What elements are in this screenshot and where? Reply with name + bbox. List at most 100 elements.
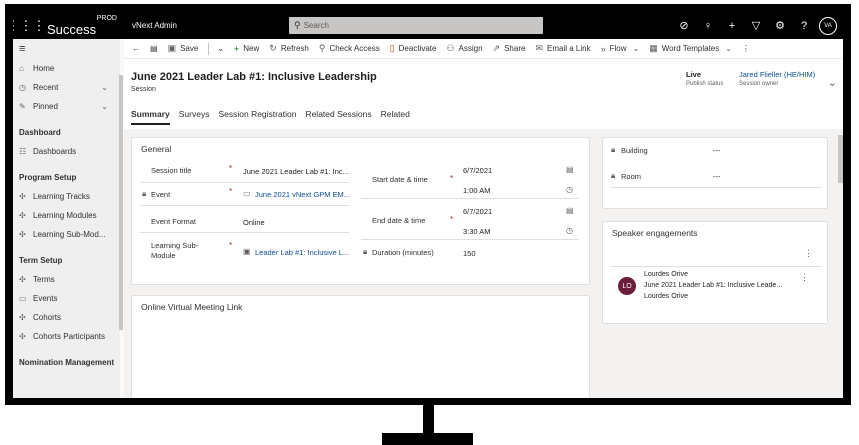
plus-icon: + bbox=[234, 43, 240, 54]
search-placeholder: Search bbox=[303, 21, 329, 30]
puzzle-icon: ✣ bbox=[19, 313, 26, 322]
lock-icon: 🔒︎ bbox=[611, 145, 616, 154]
form-selector-icon[interactable]: ▤ bbox=[150, 44, 158, 53]
check-access-icon: ⚲ bbox=[318, 43, 326, 53]
publish-status-value: Live bbox=[686, 70, 702, 79]
plus-icon[interactable]: + bbox=[720, 20, 744, 32]
chevron-down-icon[interactable]: ⌄ bbox=[101, 83, 108, 92]
start-time-value[interactable]: 1:00 AM bbox=[463, 186, 491, 195]
end-time-value[interactable]: 3:30 AM bbox=[463, 227, 491, 236]
user-avatar[interactable]: VA bbox=[819, 16, 837, 35]
flow-icon: » bbox=[600, 43, 606, 54]
save-options-chevron-icon[interactable]: ⌄ bbox=[217, 44, 224, 53]
required-marker: * bbox=[229, 164, 233, 173]
email-link-button[interactable]: ✉ Email a Link bbox=[535, 43, 590, 54]
event-format-value[interactable]: Online bbox=[243, 218, 265, 227]
settings-gear-icon[interactable]: ⚙ bbox=[768, 19, 792, 32]
learning-submodule-link[interactable]: Leader Lab #1: Inclusive L... bbox=[255, 248, 349, 257]
save-icon: ▣ bbox=[167, 43, 177, 53]
speaker-engagements-section: Speaker engagements ⋮ LO Lourdes Orive J… bbox=[602, 221, 828, 324]
flow-button[interactable]: » Flow ⌄ bbox=[601, 44, 640, 54]
sidebar-item-pinned[interactable]: ✎ Pinned ⌄ bbox=[13, 97, 120, 116]
save-button[interactable]: ▣ Save bbox=[168, 43, 199, 54]
lightbulb-icon[interactable]: ♀ bbox=[696, 20, 720, 32]
more-commands-icon[interactable]: ⋮ bbox=[742, 44, 750, 53]
general-section: General Session title * June 2021 Leader… bbox=[131, 137, 590, 285]
sidebar: ≡ ⌂ Home ◷ Recent ⌄ ✎ Pinned ⌄ Dashboard… bbox=[13, 39, 123, 398]
assign-label: Assign bbox=[458, 44, 483, 53]
new-button[interactable]: + New bbox=[234, 44, 259, 54]
help-icon[interactable]: ? bbox=[792, 20, 816, 32]
start-datetime-row: Start date & time * 6/7/2021 ▤ 1:00 AM ◷ bbox=[361, 161, 579, 199]
sidebar-item-learning-sub-modules[interactable]: ✣ Learning Sub-Mod... bbox=[13, 225, 120, 244]
new-label: New bbox=[243, 44, 260, 53]
row-more-options-icon[interactable]: ⋮ bbox=[800, 272, 809, 283]
event-row: 🔒︎ Event * ▭ June 2021 vNext GPM EM... bbox=[140, 184, 350, 206]
speaker-session[interactable]: June 2021 Leader Lab #1: Inclusive Leade… bbox=[644, 282, 782, 289]
clock-icon[interactable]: ◷ bbox=[566, 185, 573, 194]
sidebar-item-label: Terms bbox=[33, 275, 55, 284]
email-link-label: Email a Link bbox=[547, 44, 591, 53]
sidebar-item-cohorts-participants[interactable]: ✣ Cohorts Participants bbox=[13, 327, 120, 346]
deactivate-button[interactable]: ▯ Deactivate bbox=[390, 43, 437, 54]
more-options-icon[interactable]: ⋮ bbox=[804, 248, 813, 259]
assign-button[interactable]: ⚇ Assign bbox=[446, 43, 482, 54]
app-name[interactable]: vNext Admin bbox=[132, 21, 177, 30]
end-date-value[interactable]: 6/7/2021 bbox=[463, 207, 492, 216]
session-owner-link[interactable]: Jared Flieller (HE/HIM) bbox=[739, 70, 815, 79]
search-box[interactable]: ⚲ Search bbox=[289, 17, 543, 34]
assistant-icon[interactable]: ⊘ bbox=[672, 19, 696, 32]
sidebar-item-home[interactable]: ⌂ Home bbox=[13, 59, 120, 78]
sidebar-item-events[interactable]: ▭ Events bbox=[13, 289, 120, 308]
speaker-name[interactable]: Lourdes Orive bbox=[644, 271, 688, 278]
speaker-engagements-title: Speaker engagements bbox=[612, 228, 698, 238]
sidebar-item-learning-tracks[interactable]: ✣ Learning Tracks bbox=[13, 187, 120, 206]
tab-surveys[interactable]: Surveys bbox=[179, 109, 210, 125]
filter-icon[interactable]: ▽ bbox=[744, 19, 768, 32]
duration-value[interactable]: 150 bbox=[463, 249, 476, 258]
refresh-button[interactable]: ↻ Refresh bbox=[269, 43, 309, 54]
share-button[interactable]: ⇗ Share bbox=[493, 43, 526, 54]
back-arrow-icon[interactable]: ← bbox=[132, 44, 140, 53]
check-access-button[interactable]: ⚲ Check Access bbox=[319, 43, 380, 54]
sidebar-item-dashboards[interactable]: ☷ Dashboards bbox=[13, 142, 120, 161]
share-label: Share bbox=[504, 44, 526, 53]
calendar-icon[interactable]: ▤ bbox=[566, 165, 574, 174]
session-owner-field: Jared Flieller (HE/HIM) Session owner bbox=[739, 70, 815, 87]
room-row: 🔒︎ Room --- bbox=[611, 166, 821, 188]
chevron-down-icon: ⌄ bbox=[725, 44, 732, 53]
calendar-icon[interactable]: ▤ bbox=[566, 206, 574, 215]
puzzle-icon: ✣ bbox=[19, 332, 26, 341]
sidebar-item-label: Cohorts Participants bbox=[33, 332, 106, 341]
room-value[interactable]: --- bbox=[713, 172, 721, 181]
sidebar-item-learning-modules[interactable]: ✣ Learning Modules bbox=[13, 206, 120, 225]
tab-related-sessions[interactable]: Related Sessions bbox=[305, 109, 371, 125]
tab-summary[interactable]: Summary bbox=[131, 109, 170, 125]
header-expand-chevron-icon[interactable]: ⌄ bbox=[828, 76, 837, 89]
sidebar-scrollbar[interactable] bbox=[119, 75, 123, 330]
sidebar-item-label: Learning Modules bbox=[33, 211, 97, 220]
speaker-list-divider bbox=[611, 266, 821, 267]
form-scrollbar-thumb[interactable] bbox=[838, 135, 843, 183]
tab-session-registration[interactable]: Session Registration bbox=[218, 109, 296, 125]
sidebar-item-label: Learning Sub-Mod... bbox=[33, 230, 106, 239]
speaker-engagement-speaker[interactable]: Lourdes Orive bbox=[644, 293, 688, 300]
clock-icon[interactable]: ◷ bbox=[566, 226, 573, 235]
start-date-value[interactable]: 6/7/2021 bbox=[463, 166, 492, 175]
session-title-row: Session title * June 2021 Leader Lab #1:… bbox=[140, 161, 349, 183]
brand[interactable]: PROD Success Hub bbox=[47, 12, 117, 52]
sidebar-item-cohorts[interactable]: ✣ Cohorts bbox=[13, 308, 120, 327]
chevron-down-icon[interactable]: ⌄ bbox=[101, 102, 108, 111]
event-link[interactable]: June 2021 vNext GPM EM... bbox=[255, 190, 350, 199]
word-templates-button[interactable]: ▦ Word Templates ⌄ bbox=[649, 43, 732, 54]
sidebar-item-terms[interactable]: ✣ Terms bbox=[13, 270, 120, 289]
environment-label: PROD bbox=[96, 15, 117, 22]
sidebar-item-label: Learning Tracks bbox=[33, 192, 90, 201]
hamburger-menu-icon[interactable]: ≡ bbox=[13, 39, 120, 59]
sidebar-section-dashboard: Dashboard bbox=[19, 128, 61, 137]
session-title-value[interactable]: June 2021 Leader Lab #1: Inc... bbox=[243, 167, 349, 176]
app-launcher-icon[interactable]: ⋮⋮⋮ bbox=[13, 12, 46, 39]
building-value[interactable]: --- bbox=[713, 146, 721, 155]
tab-related[interactable]: Related bbox=[381, 109, 410, 125]
sidebar-item-recent[interactable]: ◷ Recent ⌄ bbox=[13, 78, 120, 97]
